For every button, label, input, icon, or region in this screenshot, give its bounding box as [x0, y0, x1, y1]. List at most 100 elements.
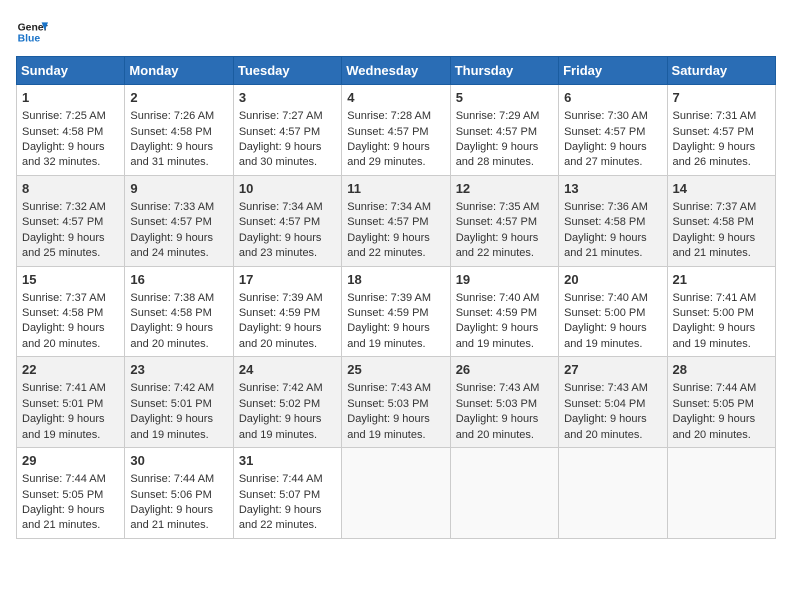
sunset-label: Sunset: 4:59 PM	[239, 307, 320, 319]
calendar-cell: 10Sunrise: 7:34 AMSunset: 4:57 PMDayligh…	[233, 175, 341, 266]
calendar-cell: 30Sunrise: 7:44 AMSunset: 5:06 PMDayligh…	[125, 448, 233, 539]
daylight-label: Daylight: 9 hours and 32 minutes.	[22, 141, 105, 168]
daylight-label: Daylight: 9 hours and 19 minutes.	[347, 413, 430, 440]
sunset-label: Sunset: 4:58 PM	[130, 307, 211, 319]
daylight-label: Daylight: 9 hours and 19 minutes.	[130, 413, 213, 440]
sunrise-label: Sunrise: 7:42 AM	[130, 382, 214, 394]
col-header-monday: Monday	[125, 57, 233, 85]
sunrise-label: Sunrise: 7:37 AM	[673, 201, 757, 213]
day-number: 23	[130, 361, 227, 379]
sunset-label: Sunset: 4:57 PM	[22, 216, 103, 228]
calendar-cell: 20 Sunrise: 7:40 AM Sunset: 5:00 PM Dayligh…	[559, 266, 667, 357]
calendar-cell: 15Sunrise: 7:37 AMSunset: 4:58 PMDayligh…	[17, 266, 125, 357]
sunset-label: Sunset: 5:07 PM	[239, 489, 320, 501]
calendar-cell: 23Sunrise: 7:42 AMSunset: 5:01 PMDayligh…	[125, 357, 233, 448]
sunrise-label: Sunrise: 7:35 AM	[456, 201, 540, 213]
daylight-label: Daylight: 9 hours and 20 minutes.	[673, 413, 756, 440]
sunset-label: Sunset: 5:00 PM	[564, 307, 645, 319]
daylight-label: Daylight: 9 hours and 21 minutes.	[130, 504, 213, 531]
daylight-label: Daylight: 9 hours and 30 minutes.	[239, 141, 322, 168]
calendar-cell: 28Sunrise: 7:44 AMSunset: 5:05 PMDayligh…	[667, 357, 775, 448]
sunrise-label: Sunrise: 7:44 AM	[239, 473, 323, 485]
sunrise-label: Sunrise: 7:34 AM	[239, 201, 323, 213]
sunset-label: Sunset: 5:05 PM	[673, 398, 754, 410]
sunset-label: Sunset: 4:57 PM	[130, 216, 211, 228]
sunset-label: Sunset: 4:58 PM	[22, 126, 103, 138]
day-number: 19	[456, 271, 553, 289]
daylight-label: Daylight: 9 hours and 26 minutes.	[673, 141, 756, 168]
daylight-label: Daylight: 9 hours and 19 minutes.	[456, 322, 539, 349]
sunrise-label: Sunrise: 7:26 AM	[130, 110, 214, 122]
daylight-label: Daylight: 9 hours and 20 minutes.	[564, 413, 647, 440]
calendar-cell: 5Sunrise: 7:29 AMSunset: 4:57 PMDaylight…	[450, 85, 558, 176]
day-number: 9	[130, 180, 227, 198]
day-number: 1	[22, 89, 119, 107]
col-header-tuesday: Tuesday	[233, 57, 341, 85]
sunset-label: Sunset: 4:57 PM	[673, 126, 754, 138]
sunset-label: Sunset: 5:00 PM	[673, 307, 754, 319]
calendar-cell: 11Sunrise: 7:34 AMSunset: 4:57 PMDayligh…	[342, 175, 450, 266]
calendar-cell: 12Sunrise: 7:35 AMSunset: 4:57 PMDayligh…	[450, 175, 558, 266]
col-header-saturday: Saturday	[667, 57, 775, 85]
sunrise-label: Sunrise: 7:36 AM	[564, 201, 648, 213]
day-number: 17	[239, 271, 336, 289]
calendar-cell: 25Sunrise: 7:43 AMSunset: 5:03 PMDayligh…	[342, 357, 450, 448]
sunset-label: Sunset: 4:57 PM	[347, 126, 428, 138]
sunrise-label: Sunrise: 7:27 AM	[239, 110, 323, 122]
calendar-cell: 2Sunrise: 7:26 AMSunset: 4:58 PMDaylight…	[125, 85, 233, 176]
calendar-cell: 27Sunrise: 7:43 AMSunset: 5:04 PMDayligh…	[559, 357, 667, 448]
sunset-label: Sunset: 4:59 PM	[347, 307, 428, 319]
sunrise-label: Sunrise: 7:38 AM	[130, 292, 214, 304]
day-number: 5	[456, 89, 553, 107]
sunrise-label: Sunrise: 7:42 AM	[239, 382, 323, 394]
day-number: 24	[239, 361, 336, 379]
calendar-cell: 18Sunrise: 7:39 AMSunset: 4:59 PMDayligh…	[342, 266, 450, 357]
sunset-label: Sunset: 4:57 PM	[456, 126, 537, 138]
sunrise-label: Sunrise: 7:43 AM	[347, 382, 431, 394]
calendar-cell: 3Sunrise: 7:27 AMSunset: 4:57 PMDaylight…	[233, 85, 341, 176]
sunset-label: Sunset: 4:57 PM	[239, 216, 320, 228]
day-number: 7	[673, 89, 770, 107]
calendar-cell: 21Sunrise: 7:41 AMSunset: 5:00 PMDayligh…	[667, 266, 775, 357]
sunrise-label: Sunrise: 7:25 AM	[22, 110, 106, 122]
col-header-friday: Friday	[559, 57, 667, 85]
day-number: 14	[673, 180, 770, 198]
day-number: 22	[22, 361, 119, 379]
day-number: 26	[456, 361, 553, 379]
calendar-cell: 13Sunrise: 7:36 AMSunset: 4:58 PMDayligh…	[559, 175, 667, 266]
sunset-label: Sunset: 4:57 PM	[456, 216, 537, 228]
sunrise-label: Sunrise: 7:39 AM	[239, 292, 323, 304]
day-number: 31	[239, 452, 336, 470]
calendar-cell	[342, 448, 450, 539]
page-header: General Blue	[16, 16, 776, 48]
daylight-label: Daylight: 9 hours and 21 minutes.	[564, 232, 647, 259]
sunrise-label: Sunrise: 7:31 AM	[673, 110, 757, 122]
daylight-label: Daylight: 9 hours and 23 minutes.	[239, 232, 322, 259]
day-number: 6	[564, 89, 661, 107]
sunrise-label: Sunrise: 7:33 AM	[130, 201, 214, 213]
sunrise-label: Sunrise: 7:44 AM	[22, 473, 106, 485]
sunrise-label: Sunrise: 7:37 AM	[22, 292, 106, 304]
sunrise-label: Sunrise: 7:40 AM	[564, 292, 648, 304]
calendar-cell: 24Sunrise: 7:42 AMSunset: 5:02 PMDayligh…	[233, 357, 341, 448]
daylight-label: Daylight: 9 hours and 27 minutes.	[564, 141, 647, 168]
daylight-label: Daylight: 9 hours and 20 minutes.	[22, 322, 105, 349]
daylight-label: Daylight: 9 hours and 25 minutes.	[22, 232, 105, 259]
sunset-label: Sunset: 4:57 PM	[239, 126, 320, 138]
daylight-label: Daylight: 9 hours and 22 minutes.	[239, 504, 322, 531]
sunrise-label: Sunrise: 7:43 AM	[456, 382, 540, 394]
col-header-wednesday: Wednesday	[342, 57, 450, 85]
day-number: 20	[564, 271, 661, 289]
sunrise-label: Sunrise: 7:39 AM	[347, 292, 431, 304]
day-number: 30	[130, 452, 227, 470]
daylight-label: Daylight: 9 hours and 19 minutes.	[22, 413, 105, 440]
sunrise-label: Sunrise: 7:41 AM	[22, 382, 106, 394]
sunset-label: Sunset: 5:03 PM	[456, 398, 537, 410]
daylight-label: Daylight: 9 hours and 19 minutes.	[347, 322, 430, 349]
sunset-label: Sunset: 5:01 PM	[22, 398, 103, 410]
calendar-cell: 14Sunrise: 7:37 AMSunset: 4:58 PMDayligh…	[667, 175, 775, 266]
daylight-label: Daylight: 9 hours and 19 minutes.	[564, 322, 647, 349]
calendar-cell: 17Sunrise: 7:39 AMSunset: 4:59 PMDayligh…	[233, 266, 341, 357]
daylight-label: Daylight: 9 hours and 20 minutes.	[456, 413, 539, 440]
calendar-cell: 6Sunrise: 7:30 AMSunset: 4:57 PMDaylight…	[559, 85, 667, 176]
